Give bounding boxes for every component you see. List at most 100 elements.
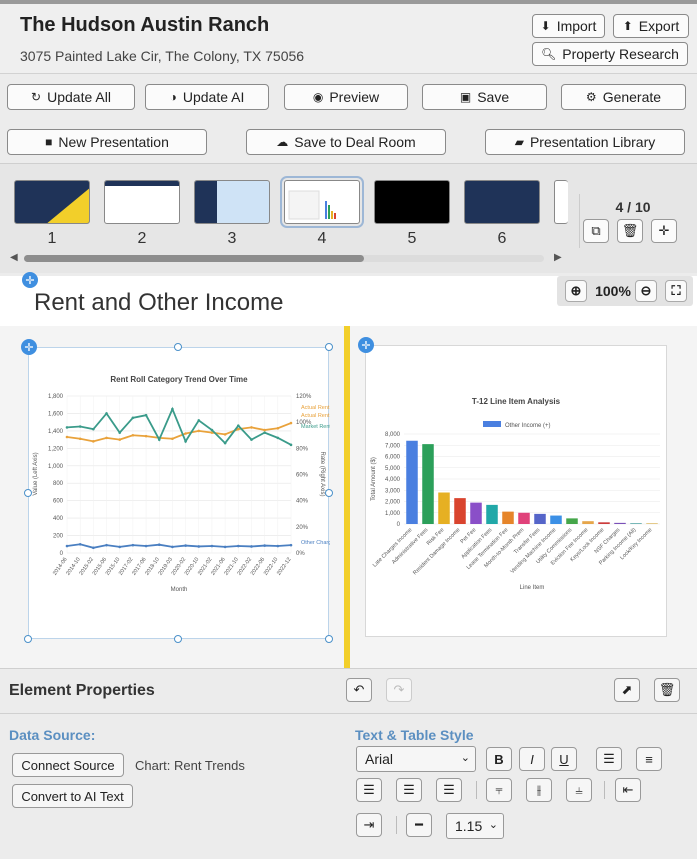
scroll-right-arrow-icon[interactable]: ▶ bbox=[554, 252, 562, 263]
align-left-button[interactable]: ☰ bbox=[356, 778, 382, 802]
align-right-icon: ☰ bbox=[443, 782, 455, 797]
data-point bbox=[184, 432, 187, 435]
bar bbox=[614, 522, 626, 524]
font-select[interactable]: Arial ⌄ bbox=[356, 746, 476, 772]
delete-slide-button[interactable]: 🗑︎ bbox=[617, 219, 643, 243]
zoom-out-icon[interactable]: ⊖ bbox=[635, 280, 657, 302]
resize-handle[interactable] bbox=[325, 635, 333, 643]
import-button[interactable]: ⬇ Import bbox=[532, 14, 605, 38]
numbered-list-button[interactable]: ≡ bbox=[636, 747, 662, 771]
scroll-left-arrow-icon[interactable]: ◀ bbox=[10, 252, 18, 263]
slide-thumbnail[interactable] bbox=[104, 180, 180, 224]
data-source-heading: Data Source: bbox=[9, 727, 96, 743]
data-point bbox=[144, 413, 148, 417]
resize-handle[interactable] bbox=[24, 635, 32, 643]
valign-top-button[interactable]: ⫧ bbox=[486, 778, 512, 802]
outdent-button[interactable]: ⇤ bbox=[615, 778, 641, 802]
rent-trend-chart: Rent Roll Category Trend Over Time 1,800 1… bbox=[33, 375, 337, 593]
slide-title[interactable]: Rent and Other Income bbox=[34, 289, 283, 317]
save-to-deal-room-button[interactable]: ☁ Save to Deal Room bbox=[246, 129, 446, 155]
toolbar-separator bbox=[476, 781, 477, 799]
y-tick-label: 0 bbox=[60, 551, 64, 557]
data-point bbox=[171, 407, 174, 411]
zoom-in-icon[interactable]: ⊕ bbox=[565, 280, 587, 302]
thumbnail-graphic bbox=[47, 188, 89, 223]
y-tick-label: 6,000 bbox=[385, 455, 401, 461]
title-move-icon[interactable]: ✛ bbox=[22, 272, 38, 288]
chart-move-icon[interactable]: ✛ bbox=[358, 337, 374, 353]
t12-line-item-chart: T-12 Line Item Analysis Other Income (+) 8… bbox=[371, 397, 660, 591]
italic-button[interactable]: I bbox=[519, 747, 545, 771]
bullet-list-button[interactable]: ☰ bbox=[596, 747, 622, 771]
bar bbox=[582, 521, 594, 524]
fullscreen-icon[interactable]: ⛶ bbox=[665, 280, 687, 302]
data-point bbox=[184, 440, 187, 443]
bar bbox=[550, 515, 562, 524]
x-axis-label: Line Item bbox=[520, 585, 545, 591]
line-height-value: 1.15 bbox=[455, 818, 483, 834]
slide-thumbnail[interactable] bbox=[194, 180, 270, 224]
slide-number: 1 bbox=[47, 230, 57, 247]
slide-thumbnail-partial[interactable] bbox=[554, 180, 568, 224]
property-research-button[interactable]: 🔍︎ Property Research bbox=[532, 42, 688, 66]
undo-button[interactable]: ↶ bbox=[346, 678, 372, 702]
data-point bbox=[184, 544, 187, 547]
resize-handle[interactable] bbox=[174, 343, 182, 351]
connect-source-button[interactable]: Connect Source bbox=[12, 753, 124, 777]
data-point bbox=[78, 542, 82, 546]
slide-thumbnail[interactable] bbox=[464, 180, 540, 224]
preview-button[interactable]: ◉ Preview bbox=[284, 84, 408, 110]
data-point bbox=[131, 543, 135, 547]
import-icon: ⬇ bbox=[540, 19, 551, 33]
resize-handle[interactable] bbox=[325, 489, 333, 497]
resize-handle[interactable] bbox=[174, 635, 182, 643]
rent-trend-chart-panel[interactable]: Rent Roll Category Trend Over Time 1,800 1… bbox=[28, 347, 337, 639]
t12-chart-panel[interactable]: T-12 Line Item Analysis Other Income (+) 8… bbox=[365, 345, 667, 637]
chart-move-icon[interactable]: ✛ bbox=[21, 339, 37, 355]
convert-to-ai-text-button[interactable]: Convert to AI Text bbox=[12, 784, 133, 808]
toolbar-separator bbox=[604, 781, 605, 799]
data-point bbox=[65, 435, 69, 439]
duplicate-slide-button[interactable]: ⧉ bbox=[583, 219, 609, 243]
valign-middle-button[interactable]: ⫲ bbox=[526, 778, 552, 802]
slide-thumbnail-selected[interactable] bbox=[280, 176, 364, 228]
new-presentation-button[interactable]: ■ New Presentation bbox=[7, 129, 207, 155]
move-slide-button[interactable]: ✛ bbox=[651, 219, 677, 243]
data-point bbox=[223, 441, 227, 445]
underline-button[interactable]: U bbox=[551, 747, 577, 771]
column-divider[interactable] bbox=[344, 326, 350, 668]
horizontal-rule-button[interactable]: ━ bbox=[406, 813, 432, 837]
indent-button[interactable]: ⇥ bbox=[356, 813, 382, 837]
update-all-button[interactable]: ↻ Update All bbox=[7, 84, 135, 110]
generate-button[interactable]: ⚙ Generate bbox=[561, 84, 686, 110]
text-table-style-heading: Text & Table Style bbox=[355, 727, 474, 743]
properties-title: Element Properties bbox=[9, 682, 155, 699]
export-element-button[interactable]: ⬈ bbox=[614, 678, 640, 702]
resize-handle[interactable] bbox=[325, 343, 333, 351]
bar bbox=[406, 440, 418, 524]
data-point bbox=[250, 545, 253, 548]
align-right-button[interactable]: ☰ bbox=[436, 778, 462, 802]
update-ai-button[interactable]: ◑ Update AI bbox=[145, 84, 269, 110]
valign-bottom-button[interactable]: ⫨ bbox=[566, 778, 592, 802]
valign-top-icon: ⫧ bbox=[495, 782, 503, 797]
export-button[interactable]: ⬆ Export bbox=[613, 14, 689, 38]
resize-handle[interactable] bbox=[24, 489, 32, 497]
slide-thumbnail[interactable] bbox=[14, 180, 90, 224]
align-center-button[interactable]: ☰ bbox=[396, 778, 422, 802]
thumbnail-graphic bbox=[195, 181, 217, 223]
trash-icon: 🗑︎ bbox=[658, 682, 676, 697]
data-point bbox=[236, 424, 240, 427]
scrollbar-thumb[interactable] bbox=[24, 255, 364, 262]
y-tick-label: 200 bbox=[53, 534, 64, 540]
preview-label: Preview bbox=[329, 89, 380, 105]
data-point bbox=[157, 543, 161, 547]
slide-thumbnail[interactable] bbox=[374, 180, 450, 224]
save-button[interactable]: ▣ Save bbox=[422, 84, 547, 110]
line-height-select[interactable]: 1.15 ⌄ bbox=[446, 813, 504, 839]
bold-button[interactable]: B bbox=[486, 747, 512, 771]
delete-element-button[interactable]: 🗑︎ bbox=[654, 678, 680, 702]
redo-button[interactable]: ↷ bbox=[386, 678, 412, 702]
thumbnail-scrollbar[interactable]: ◀ ▶ bbox=[10, 252, 565, 264]
presentation-library-button[interactable]: ▰ Presentation Library bbox=[485, 129, 685, 155]
